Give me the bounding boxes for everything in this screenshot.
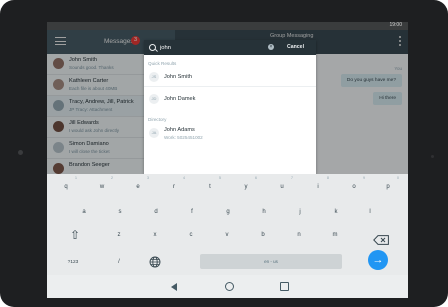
key-b[interactable]: b xyxy=(255,226,271,244)
search-result-item[interactable]: JD John Damek xyxy=(144,91,316,107)
clear-icon[interactable]: × xyxy=(268,44,274,50)
key-v[interactable]: v xyxy=(219,226,235,244)
avatar: JD xyxy=(149,94,159,104)
key-slash[interactable]: / xyxy=(113,253,125,271)
cancel-button[interactable]: Cancel xyxy=(287,44,304,50)
globe-icon[interactable] xyxy=(147,253,163,271)
space-bar[interactable]: en - us xyxy=(200,254,342,269)
search-input[interactable] xyxy=(160,43,260,52)
key-g[interactable]: g xyxy=(220,203,236,221)
shift-icon[interactable]: ⇧ xyxy=(65,226,85,244)
key-a[interactable]: a xyxy=(76,203,92,221)
key-m[interactable]: m xyxy=(327,226,343,244)
key-hint: 2 xyxy=(111,176,113,180)
divider xyxy=(144,86,316,87)
key-j[interactable]: j xyxy=(292,203,308,221)
result-detail: Work: 5025451002 xyxy=(164,135,203,140)
sensor-dot xyxy=(431,155,434,158)
key-hint: 9 xyxy=(363,176,365,180)
tablet-screen: 19:00 Messages 3 Group Messaging Jon, Be… xyxy=(47,22,408,298)
key-f[interactable]: f xyxy=(184,203,200,221)
search-result-item[interactable]: JA John Adams Work: 5025451002 xyxy=(144,125,316,141)
key-x[interactable]: x xyxy=(147,226,163,244)
backspace-icon[interactable] xyxy=(373,232,389,245)
key-s[interactable]: s xyxy=(112,203,128,221)
key-h[interactable]: h xyxy=(256,203,272,221)
recent-apps-icon[interactable] xyxy=(280,282,289,291)
key-hint: 4 xyxy=(183,176,185,180)
key-hint: 7 xyxy=(291,176,293,180)
status-bar: 19:00 xyxy=(47,22,408,30)
back-icon[interactable] xyxy=(171,283,177,291)
search-icon xyxy=(149,44,156,51)
key-c[interactable]: c xyxy=(183,226,199,244)
key-n[interactable]: n xyxy=(291,226,307,244)
result-name: John Smith xyxy=(164,74,192,80)
navigation-bar xyxy=(47,275,408,298)
front-camera xyxy=(18,150,23,155)
keyboard: q w e r t y u i o p 1 2 3 4 5 6 7 8 9 0 … xyxy=(47,174,408,275)
key-hint: 0 xyxy=(397,176,399,180)
search-bar: × Cancel xyxy=(144,40,316,55)
tablet-frame: 19:00 Messages 3 Group Messaging Jon, Be… xyxy=(0,0,448,307)
avatar: JA xyxy=(149,128,159,138)
key-hint: 6 xyxy=(255,176,257,180)
result-name: John Adams xyxy=(164,127,195,133)
key-hint: 1 xyxy=(75,176,77,180)
search-popup: × Cancel Quick Results JS John Smith JD … xyxy=(144,40,316,174)
avatar: JS xyxy=(149,72,159,82)
key-hint: 3 xyxy=(147,176,149,180)
key-hint: 5 xyxy=(219,176,221,180)
result-name: John Damek xyxy=(164,96,196,102)
enter-arrow-icon[interactable]: → xyxy=(368,250,388,270)
status-time: 19:00 xyxy=(389,22,402,28)
home-icon[interactable] xyxy=(225,282,234,291)
symbols-key[interactable]: ?123 xyxy=(61,253,85,271)
key-z[interactable]: z xyxy=(111,226,127,244)
search-result-item[interactable]: JS John Smith xyxy=(144,69,316,85)
key-d[interactable]: d xyxy=(148,203,164,221)
quick-results-title: Quick Results xyxy=(148,61,177,66)
directory-title: Directory xyxy=(148,117,167,122)
key-k[interactable]: k xyxy=(328,203,344,221)
key-l[interactable]: l xyxy=(362,203,378,221)
key-hint: 8 xyxy=(327,176,329,180)
